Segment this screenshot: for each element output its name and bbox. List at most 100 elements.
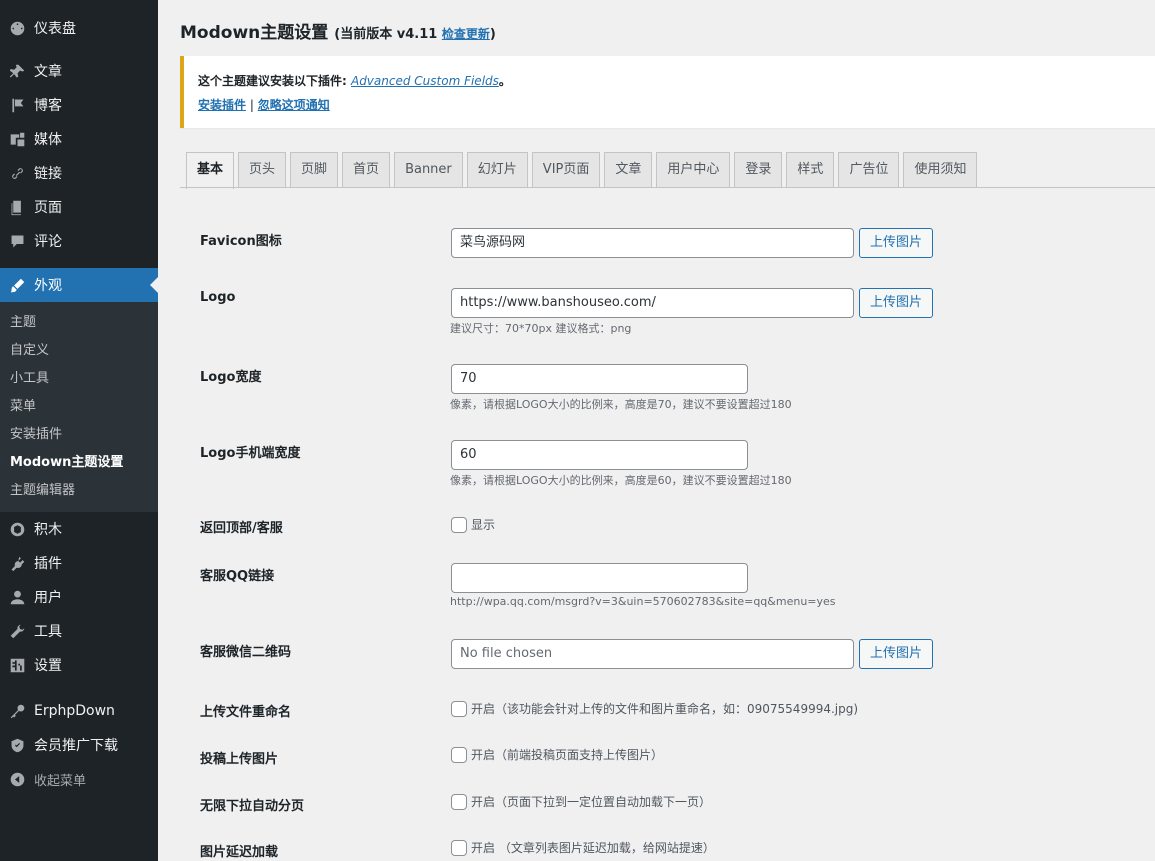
comment-icon — [8, 232, 26, 250]
sidebar-item-member-promo[interactable]: 会员推广下载 — [0, 728, 158, 762]
appearance-submenu: 主题 自定义 小工具 菜单 安装插件 Modown主题设置 主题编辑器 — [0, 302, 158, 512]
sidebar-item-appearance[interactable]: 外观 — [0, 268, 158, 302]
contrib-upload-label: 投稿上传图片 — [200, 752, 279, 767]
sidebar-item-blog[interactable]: 博客 — [0, 88, 158, 122]
logo-width-description: 像素，请根据LOGO大小的比例来，高度是70，建议不要设置超过180 — [450, 398, 792, 411]
sidebar-item-blocks[interactable]: 积木 — [0, 512, 158, 546]
plugin-notice: 这个主题建议安装以下插件: Advanced Custom Fields。 安装… — [180, 56, 1155, 128]
contrib-upload-option: 开启（前端投稿页面支持上传图片） — [451, 746, 663, 763]
version-info: (当前版本 v4.11 检查更新) — [334, 23, 496, 42]
lazy-load-option: 开启 （文章列表图片延迟加载，给网站提速） — [451, 839, 715, 856]
backtop-option: 显示 — [451, 516, 495, 533]
tab-ads[interactable]: 广告位 — [838, 152, 900, 188]
sidebar-item-links[interactable]: 链接 — [0, 156, 158, 190]
backtop-checkbox-label: 显示 — [471, 518, 496, 532]
sidebar-item-erphpdown[interactable]: ErphpDown — [0, 694, 158, 728]
version-suffix: ) — [489, 27, 496, 42]
submenu-item-customize[interactable]: 自定义 — [0, 337, 158, 365]
sidebar-item-users[interactable]: 用户 — [0, 580, 158, 614]
infinite-scroll-option: 开启（页面下拉到一定位置自动加载下一页） — [451, 793, 711, 810]
tab-login[interactable]: 登录 — [734, 152, 783, 188]
infinite-scroll-checkbox-label: 开启（页面下拉到一定位置自动加载下一页） — [471, 795, 712, 809]
sidebar-item-comments[interactable]: 评论 — [0, 224, 158, 258]
tab-home[interactable]: 首页 — [342, 152, 391, 188]
tab-banner[interactable]: Banner — [394, 152, 463, 188]
notice-text: 这个主题建议安装以下插件: — [198, 74, 351, 88]
submenu-item-theme-editor[interactable]: 主题编辑器 — [0, 477, 158, 505]
dismiss-notice-link[interactable]: 忽略这项通知 — [258, 98, 330, 112]
favicon-upload-button[interactable]: 上传图片 — [859, 228, 934, 258]
notice-period: 。 — [498, 74, 511, 88]
wechat-qr-label: 客服微信二维码 — [200, 645, 292, 660]
backtop-checkbox[interactable] — [451, 516, 467, 533]
favicon-input[interactable]: 菜鸟源码网 — [451, 228, 854, 258]
tab-vip-page[interactable]: VIP页面 — [531, 152, 601, 188]
lazy-load-checkbox[interactable] — [451, 839, 467, 856]
logo-upload-button[interactable]: 上传图片 — [859, 288, 934, 318]
key-icon — [8, 702, 26, 720]
tab-basic[interactable]: 基本 — [186, 152, 235, 189]
sidebar-item-dashboard[interactable]: 仪表盘 — [0, 10, 158, 46]
submenu-item-install-plugins[interactable]: 安装插件 — [0, 421, 158, 449]
acf-plugin-link[interactable]: Advanced Custom Fields — [351, 74, 499, 88]
notice-message: 这个主题建议安装以下插件: Advanced Custom Fields。 — [198, 72, 1155, 92]
infinite-scroll-checkbox[interactable] — [451, 793, 467, 810]
blocks-icon — [8, 520, 26, 538]
logo-mobile-width-label: Logo手机端宽度 — [200, 446, 301, 461]
plugin-icon — [8, 554, 26, 572]
tab-slideshow[interactable]: 幻灯片 — [466, 152, 528, 188]
rename-upload-checkbox[interactable] — [451, 700, 467, 717]
tab-usage-notes[interactable]: 使用须知 — [903, 152, 978, 188]
logo-width-label: Logo宽度 — [200, 370, 262, 385]
sidebar-item-label: 文章 — [34, 64, 62, 80]
check-update-link[interactable]: 检查更新 — [442, 27, 490, 41]
sidebar-item-media[interactable]: 媒体 — [0, 122, 158, 156]
tabs-divider — [180, 187, 1155, 188]
submenu-item-modown-settings[interactable]: Modown主题设置 — [0, 449, 158, 477]
tab-header[interactable]: 页头 — [238, 152, 287, 188]
submenu-item-menus[interactable]: 菜单 — [0, 393, 158, 421]
install-plugins-link[interactable]: 安装插件 — [198, 98, 246, 112]
tab-style[interactable]: 样式 — [786, 152, 835, 188]
sidebar-item-posts[interactable]: 文章 — [0, 54, 158, 88]
sidebar-item-label: 博客 — [34, 98, 62, 114]
sidebar-item-label: 会员推广下载 — [34, 738, 118, 754]
admin-sidebar: 仪表盘 文章 博客 媒体 链接 页面 评论 外观 主题 自定义 小工具 菜单 安… — [0, 0, 158, 861]
sidebar-item-plugins[interactable]: 插件 — [0, 546, 158, 580]
pin-icon — [8, 62, 26, 80]
infinite-scroll-label: 无限下拉自动分页 — [200, 799, 305, 814]
logo-description: 建议尺寸：70*70px 建议格式：png — [450, 322, 632, 335]
sidebar-item-pages[interactable]: 页面 — [0, 190, 158, 224]
wechat-qr-upload-button[interactable]: 上传图片 — [859, 639, 934, 669]
sidebar-item-label: 外观 — [34, 278, 62, 294]
rename-upload-checkbox-label: 开启（该功能会针对上传的文件和图片重命名，如：09075549994.jpg) — [471, 702, 859, 716]
settings-tabs: 基本 页头 页脚 首页 Banner 幻灯片 VIP页面 文章 用户中心 登录 … — [186, 152, 981, 189]
wechat-qr-file-input[interactable]: No file chosen — [451, 639, 854, 669]
sidebar-item-label: 链接 — [34, 166, 62, 182]
sidebar-item-settings[interactable]: 设置 — [0, 648, 158, 682]
sidebar-item-label: 仪表盘 — [34, 21, 76, 37]
logo-input[interactable]: https://www.banshouseo.com/ — [451, 288, 854, 318]
qq-link-input[interactable] — [451, 563, 748, 593]
collapse-menu-button[interactable]: 收起菜单 — [0, 762, 158, 796]
submenu-item-themes[interactable]: 主题 — [0, 309, 158, 337]
lazy-load-label: 图片延迟加载 — [200, 845, 279, 860]
sidebar-separator — [0, 46, 158, 54]
sidebar-item-label: ErphpDown — [34, 703, 115, 719]
sidebar-item-label: 收起菜单 — [34, 773, 87, 789]
logo-mobile-width-input[interactable]: 60 — [451, 440, 748, 470]
shield-icon — [8, 736, 26, 754]
brush-icon — [8, 276, 26, 294]
submenu-item-widgets[interactable]: 小工具 — [0, 365, 158, 393]
sidebar-item-tools[interactable]: 工具 — [0, 614, 158, 648]
qq-link-description: http://wpa.qq.com/msgrd?v=3&uin=57060278… — [450, 595, 836, 608]
sidebar-separator — [0, 682, 158, 694]
tab-article[interactable]: 文章 — [604, 152, 653, 188]
tab-footer[interactable]: 页脚 — [290, 152, 339, 188]
logo-width-input[interactable]: 70 — [451, 364, 748, 394]
contrib-upload-checkbox[interactable] — [451, 746, 467, 763]
page-title-text: Modown主题设置 — [180, 23, 329, 43]
page-icon — [8, 198, 26, 216]
tab-user-center[interactable]: 用户中心 — [656, 152, 731, 188]
flag-icon — [8, 96, 26, 114]
